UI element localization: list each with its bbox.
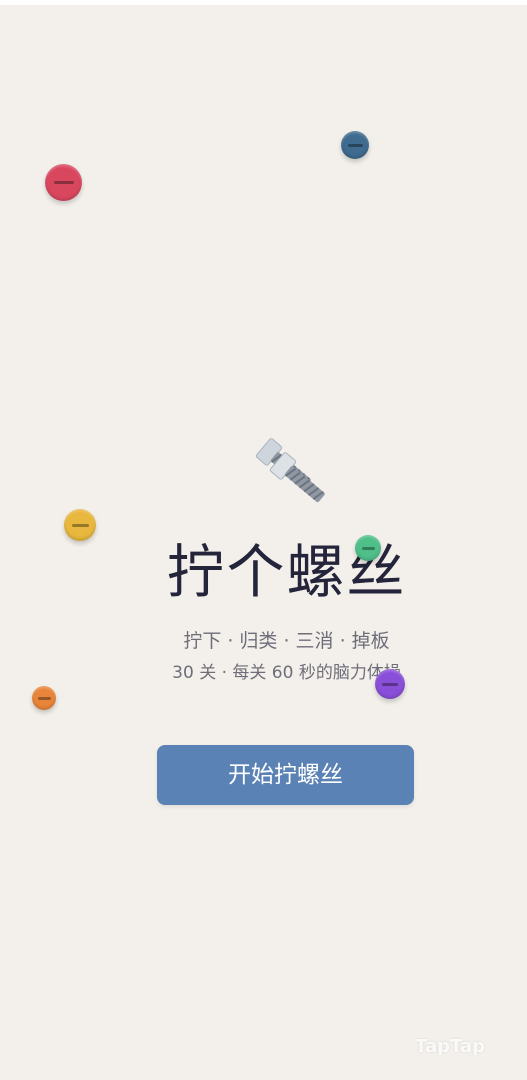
taptap-watermark: TapTap [415, 1036, 485, 1057]
nut-and-bolt-icon [255, 438, 325, 503]
start-screen: 拧个螺丝 拧下 · 归类 · 三消 · 掉板 30 关 · 每关 60 秒的脑力… [0, 0, 527, 1080]
screw-purple-icon [375, 669, 405, 699]
game-title: 拧个螺丝 [166, 538, 407, 606]
start-button[interactable]: 开始拧螺丝 [157, 745, 414, 805]
screw-red-icon [45, 164, 82, 201]
screw-orange-icon [32, 686, 56, 710]
game-tagline: 拧下 · 归类 · 三消 · 掉板 [183, 630, 390, 652]
screw-green-icon [355, 535, 381, 561]
screw-blue-icon [341, 131, 369, 159]
game-info: 30 关 · 每关 60 秒的脑力体操 [172, 663, 401, 683]
